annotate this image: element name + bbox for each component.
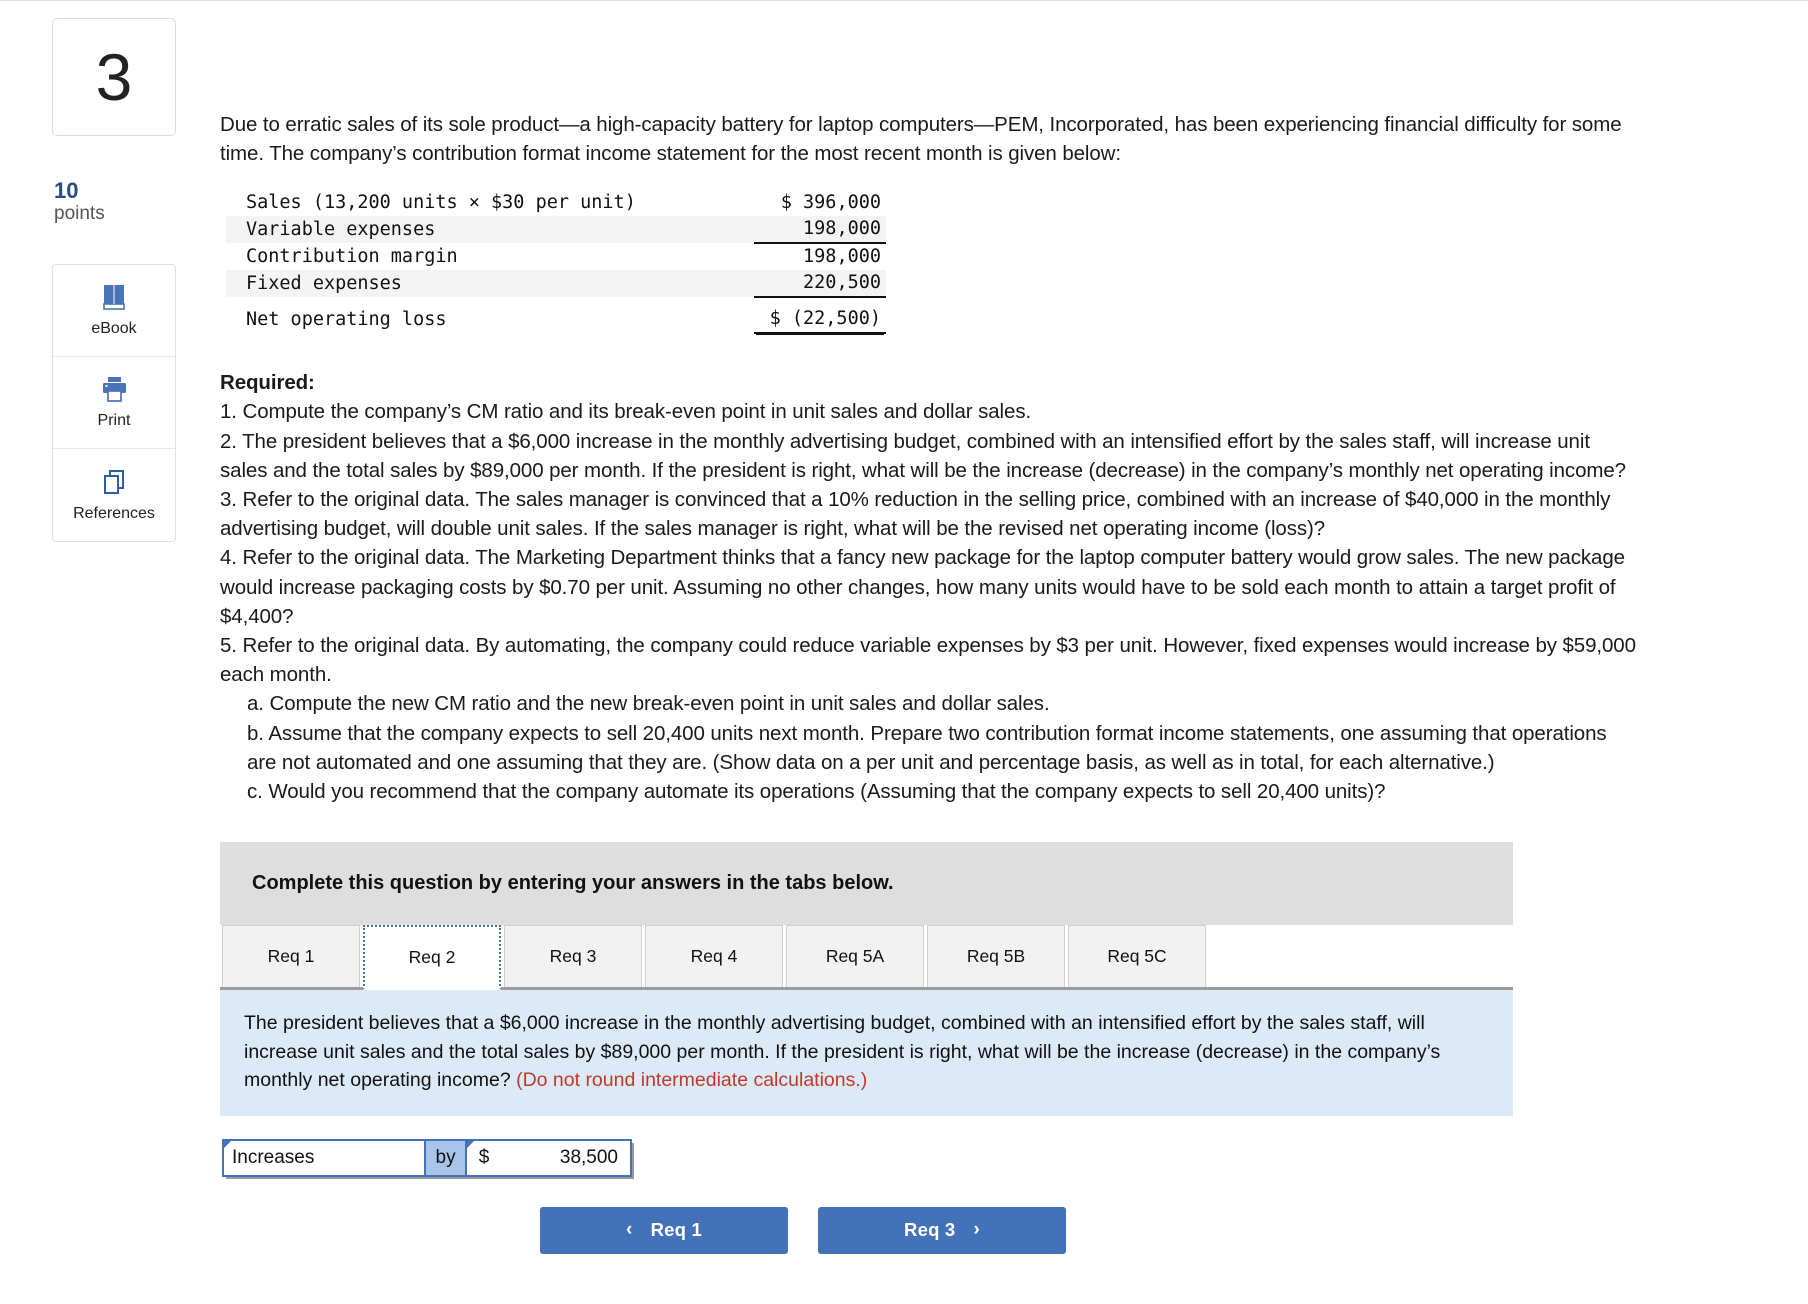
tab-req-2[interactable]: Req 2 bbox=[363, 925, 501, 991]
statement-row-total: Net operating loss $ (22,500) bbox=[226, 306, 886, 335]
question-prompt-panel: The president believes that a $6,000 inc… bbox=[220, 990, 1513, 1116]
connector-label: by bbox=[426, 1138, 467, 1177]
tab-label: Req 3 bbox=[549, 946, 597, 967]
required-item-1: 1. Compute the company’s CM ratio and it… bbox=[220, 400, 1032, 424]
statement-amount: $ (22,500) bbox=[754, 306, 886, 335]
next-req-button[interactable]: Req 3 › bbox=[818, 1206, 1066, 1254]
required-subitem-a: a. Compute the new CM ratio and the new … bbox=[247, 692, 1050, 716]
amount-value: 38,500 bbox=[559, 1146, 618, 1168]
currency-symbol: $ bbox=[478, 1146, 490, 1168]
statement-label: Net operating loss bbox=[246, 308, 447, 330]
chevron-right-icon: › bbox=[973, 1219, 980, 1241]
question-rail: 3 10 points eBook Print References bbox=[52, 18, 176, 543]
answer-area: Complete this question by entering your … bbox=[220, 842, 1513, 1254]
direction-value: Increases bbox=[232, 1146, 315, 1168]
tab-req-3[interactable]: Req 3 bbox=[504, 925, 642, 988]
ebook-icon bbox=[97, 283, 131, 313]
statement-label: Contribution margin bbox=[246, 245, 458, 267]
required-item-3: 3. Refer to the original data. The sales… bbox=[220, 488, 1611, 541]
tab-navigation: ‹ Req 1 Req 3 › bbox=[540, 1206, 1513, 1254]
question-body: Due to erratic sales of its sole product… bbox=[220, 110, 1640, 1254]
required-subitem-b: b. Assume that the company expects to se… bbox=[247, 721, 1607, 774]
tab-label: Req 5A bbox=[825, 946, 885, 967]
points-value: 10 bbox=[54, 178, 79, 203]
statement-amount: $ 396,000 bbox=[780, 192, 881, 214]
next-req-label: Req 3 bbox=[904, 1219, 956, 1241]
statement-row: Fixed expenses 220,500 bbox=[226, 270, 886, 299]
references-icon bbox=[97, 468, 131, 498]
required-section: Required: 1. Compute the company’s CM ra… bbox=[220, 368, 1640, 806]
statement-row: Sales (13,200 units × $30 per unit) $ 39… bbox=[226, 190, 886, 216]
direction-select[interactable]: Increases bbox=[222, 1138, 427, 1177]
print-label: Print bbox=[97, 412, 131, 430]
points-block: 10 points bbox=[52, 178, 176, 226]
tab-label: Req 4 bbox=[690, 946, 738, 967]
print-button[interactable]: Print bbox=[53, 357, 175, 450]
statement-amount: 198,000 bbox=[803, 246, 881, 268]
question-number: 3 bbox=[95, 40, 133, 114]
income-statement-table: Sales (13,200 units × $30 per unit) $ 39… bbox=[226, 190, 886, 335]
required-heading: Required: bbox=[220, 371, 315, 395]
required-item-2: 2. The president believes that a $6,000 … bbox=[220, 429, 1626, 482]
statement-row: Contribution margin 198,000 bbox=[226, 243, 886, 270]
requirement-tabs: Req 1 Req 2 Req 3 Req 4 Req 5A Req 5B Re… bbox=[220, 925, 1513, 991]
statement-amount: 198,000 bbox=[754, 216, 886, 245]
tab-req-4[interactable]: Req 4 bbox=[645, 925, 783, 988]
print-icon bbox=[97, 375, 131, 405]
tab-req-5b[interactable]: Req 5B bbox=[927, 925, 1065, 988]
statement-spacer bbox=[226, 297, 886, 306]
tab-label: Req 1 bbox=[267, 946, 315, 967]
tab-req-5a[interactable]: Req 5A bbox=[786, 925, 924, 988]
instruction-banner: Complete this question by entering your … bbox=[220, 842, 1513, 926]
required-subitem-c: c. Would you recommend that the company … bbox=[247, 780, 1386, 804]
tool-button-group: eBook Print References bbox=[52, 264, 176, 543]
tab-label: Req 5B bbox=[966, 946, 1026, 967]
instruction-banner-text: Complete this question by entering your … bbox=[252, 872, 894, 895]
intro-paragraph: Due to erratic sales of its sole product… bbox=[220, 113, 1622, 166]
input-corner-marker bbox=[464, 1138, 476, 1150]
prev-req-label: Req 1 bbox=[650, 1219, 702, 1241]
answer-input-row: Increases by $ 38,500 bbox=[222, 1138, 632, 1177]
statement-label: Fixed expenses bbox=[226, 270, 754, 298]
tab-req-5c[interactable]: Req 5C bbox=[1068, 925, 1206, 988]
required-item-4: 4. Refer to the original data. The Marke… bbox=[220, 546, 1625, 628]
amount-input[interactable]: $ 38,500 bbox=[464, 1138, 632, 1177]
connector-text: by bbox=[435, 1146, 456, 1168]
references-label: References bbox=[73, 504, 155, 522]
points-label: points bbox=[54, 203, 105, 225]
statement-label: Variable expenses bbox=[226, 216, 754, 244]
tab-label: Req 2 bbox=[408, 946, 456, 967]
required-item-5: 5. Refer to the original data. By automa… bbox=[220, 634, 1636, 687]
statement-label: Sales (13,200 units × $30 per unit) bbox=[246, 192, 636, 214]
ebook-label: eBook bbox=[91, 320, 137, 338]
dropdown-corner-marker bbox=[222, 1138, 233, 1150]
statement-row: Variable expenses 198,000 bbox=[226, 216, 886, 245]
top-divider bbox=[0, 0, 1808, 1]
tab-req-1[interactable]: Req 1 bbox=[222, 925, 360, 988]
tab-label: Req 5C bbox=[1107, 946, 1167, 967]
statement-amount: 220,500 bbox=[754, 270, 886, 299]
ebook-button[interactable]: eBook bbox=[53, 265, 175, 358]
question-prompt-note: (Do not round intermediate calculations.… bbox=[516, 1069, 868, 1092]
prev-req-button[interactable]: ‹ Req 1 bbox=[540, 1206, 788, 1254]
question-number-box: 3 bbox=[52, 18, 176, 136]
references-button[interactable]: References bbox=[53, 449, 175, 542]
chevron-left-icon: ‹ bbox=[626, 1219, 633, 1241]
